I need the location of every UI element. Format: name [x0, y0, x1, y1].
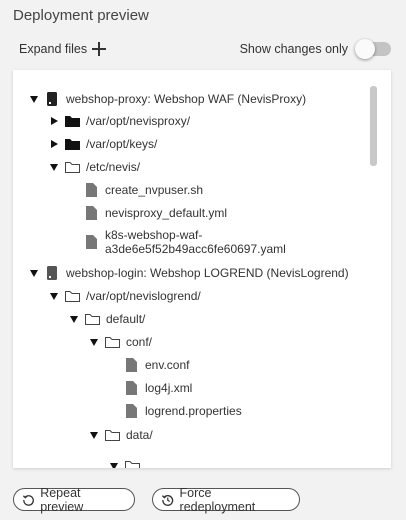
tree-node-folder[interactable]: default/	[67, 310, 145, 328]
tree-node-label: /var/opt/nevisproxy/	[86, 114, 191, 128]
toolbar: Expand files Show changes only	[19, 39, 391, 62]
server-icon	[44, 266, 60, 280]
tree-node-label: logrend.properties	[145, 404, 242, 418]
expand-files-label: Expand files	[19, 42, 88, 56]
tree-node-server[interactable]: webshop-proxy: Webshop WAF (NevisProxy)	[27, 90, 306, 108]
expanded-arrow-icon[interactable]	[87, 428, 101, 442]
tree-node-file[interactable]: nevisproxy_default.yml	[83, 204, 227, 222]
expanded-arrow-icon[interactable]	[107, 459, 121, 468]
folder-open-icon	[64, 160, 80, 174]
expand-files-button[interactable]: Expand files	[19, 42, 107, 56]
force-redeployment-button[interactable]: Force redeployment	[152, 485, 300, 514]
show-changes-control: Show changes only	[239, 39, 391, 59]
tree-node-file[interactable]: log4j.xml	[123, 379, 192, 397]
tree-node-file[interactable]: logrend.properties	[123, 402, 242, 420]
tree-node-folder[interactable]: /var/opt/keys/	[47, 135, 157, 153]
tree-node-label: create_nvpuser.sh	[105, 183, 204, 197]
tree-node-label: log4j.xml	[145, 381, 193, 395]
scrollbar-thumb[interactable]	[370, 86, 377, 166]
server-icon	[44, 92, 60, 106]
tree-node-folder-partial[interactable]	[107, 457, 146, 468]
expanded-arrow-icon[interactable]	[87, 335, 101, 349]
expanded-arrow-icon[interactable]	[27, 266, 41, 280]
file-icon	[83, 206, 99, 220]
repeat-preview-label: Repeat preview	[40, 485, 84, 514]
tree-node-file[interactable]: create_nvpuser.sh	[83, 181, 203, 199]
collapsed-arrow-icon[interactable]	[47, 114, 61, 128]
tree-node-label: webshop-login: Webshop LOGREND (NevisLog…	[66, 266, 349, 280]
tree-node-label: nevisproxy_default.yml	[105, 206, 228, 220]
tree-node-file[interactable]: env.conf	[123, 356, 189, 374]
file-icon	[123, 358, 139, 372]
tree-node-folder[interactable]: /var/opt/nevislogrend/	[47, 287, 201, 305]
folder-open-icon	[124, 459, 140, 468]
expanded-arrow-icon[interactable]	[47, 160, 61, 174]
repeat-preview-button[interactable]: Repeat preview	[13, 485, 135, 514]
tree-node-folder[interactable]: /var/opt/nevisproxy/	[47, 112, 190, 130]
page-title: Deployment preview	[13, 7, 149, 24]
refresh-icon	[22, 494, 34, 506]
folder-open-icon	[104, 335, 120, 349]
tree-node-label: webshop-proxy: Webshop WAF (NevisProxy)	[66, 92, 307, 106]
plus-icon	[92, 42, 107, 56]
toggle-knob[interactable]	[355, 39, 375, 59]
file-icon	[123, 381, 139, 395]
file-icon	[83, 235, 99, 249]
tree-node-folder[interactable]: conf/	[87, 333, 152, 351]
folder-filled-icon	[64, 114, 80, 128]
tree-node-label: /var/opt/keys/	[86, 137, 158, 151]
tree-node-file[interactable]: k8s-webshop-waf-a3de6e5f52b49acc6fe60697…	[83, 228, 325, 258]
redeploy-icon	[161, 494, 174, 506]
show-changes-label: Show changes only	[239, 42, 348, 56]
file-icon	[123, 404, 139, 418]
tree-node-label: /var/opt/nevislogrend/	[86, 289, 201, 303]
tree-node-folder[interactable]: data/	[87, 426, 153, 444]
tree-node-label: k8s-webshop-waf-a3de6e5f52b49acc6fe60697…	[105, 228, 286, 256]
expanded-arrow-icon[interactable]	[67, 312, 81, 326]
tree-node-label: /etc/nevis/	[86, 160, 141, 174]
folder-open-icon	[64, 289, 80, 303]
tree-node-folder[interactable]: /etc/nevis/	[47, 158, 140, 176]
expanded-arrow-icon[interactable]	[47, 289, 61, 303]
expanded-arrow-icon[interactable]	[27, 92, 41, 106]
tree-node-server[interactable]: webshop-login: Webshop LOGREND (NevisLog…	[27, 264, 349, 282]
folder-open-icon	[104, 428, 120, 442]
force-redeployment-label: Force redeployment	[179, 485, 256, 514]
show-changes-toggle[interactable]	[355, 39, 391, 59]
tree-node-label: conf/	[126, 335, 153, 349]
tree-node-label: data/	[126, 428, 153, 442]
tree-node-label: env.conf	[145, 358, 190, 372]
preview-tree-panel: webshop-proxy: Webshop WAF (NevisProxy) …	[13, 70, 391, 468]
folder-filled-icon	[64, 137, 80, 151]
tree-node-label: default/	[106, 312, 146, 326]
collapsed-arrow-icon[interactable]	[47, 137, 61, 151]
folder-open-icon	[84, 312, 100, 326]
file-icon	[83, 183, 99, 197]
